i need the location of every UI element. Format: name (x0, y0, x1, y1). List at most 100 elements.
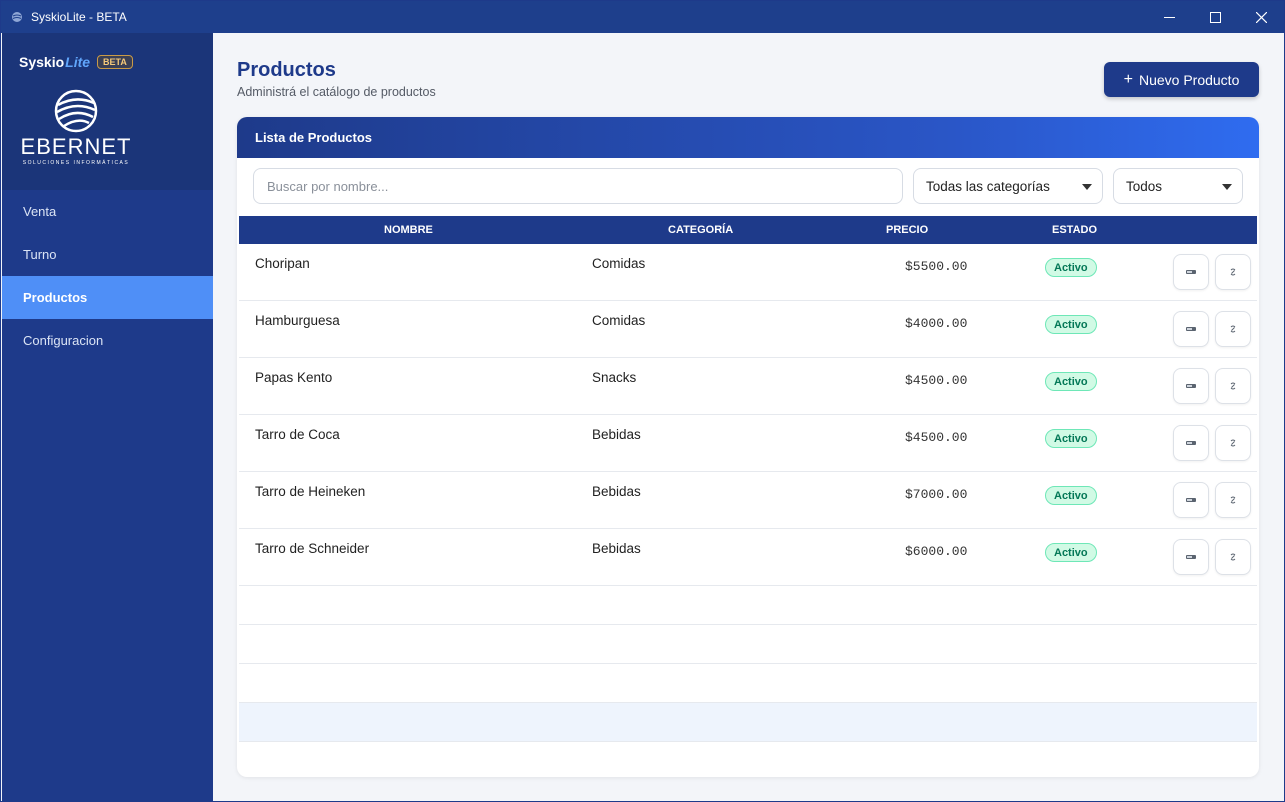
table-row[interactable]: Hamburguesa Comidas $4000.00 Activo (239, 301, 1257, 358)
brand-lite: Lite (65, 54, 91, 70)
cell-price: $4500.00 (905, 373, 968, 388)
sidebar-nav: Venta Turno Productos Configuracion (2, 190, 213, 362)
products-card: Lista de Productos Todas las categorías … (237, 117, 1259, 777)
pencil-icon (1186, 327, 1196, 331)
toggle-status-icon (1230, 325, 1236, 333)
window-controls (1146, 1, 1284, 33)
main-content: Productos Administrá el catálogo de prod… (213, 33, 1284, 801)
cell-category: Snacks (592, 370, 637, 385)
edit-button[interactable] (1173, 425, 1209, 461)
page-subtitle: Administrá el catálogo de productos (237, 85, 436, 99)
pencil-icon (1186, 270, 1196, 274)
table-row[interactable]: Papas Kento Snacks $4500.00 Activo (239, 358, 1257, 415)
cell-name: Tarro de Heineken (255, 484, 366, 499)
edit-button[interactable] (1173, 311, 1209, 347)
plus-icon: + (1123, 70, 1133, 88)
toggle-status-icon (1230, 439, 1236, 447)
cell-name: Tarro de Schneider (255, 541, 370, 556)
cell-price: $4500.00 (905, 430, 968, 445)
empty-row (239, 586, 1257, 625)
table-header: NOMBRE CATEGORÍA PRECIO ESTADO (239, 216, 1257, 244)
toggle-status-button[interactable] (1215, 539, 1251, 575)
column-header-status[interactable]: ESTADO (1052, 224, 1097, 236)
chevron-down-icon (1222, 184, 1232, 190)
status-select-value: Todos (1126, 178, 1163, 194)
toggle-status-button[interactable] (1215, 482, 1251, 518)
new-product-label: Nuevo Producto (1138, 71, 1240, 88)
status-badge: Activo (1045, 429, 1097, 448)
cell-category: Comidas (592, 256, 646, 271)
table-row[interactable]: Tarro de Schneider Bebidas $6000.00 Activo (239, 529, 1257, 586)
page-title: Productos (237, 59, 336, 81)
status-badge: Activo (1045, 372, 1097, 391)
pencil-icon (1186, 555, 1196, 559)
sidebar-item-turno[interactable]: Turno (2, 233, 213, 276)
title-bar[interactable]: SyskioLite - BETA (1, 1, 1284, 33)
column-header-name[interactable]: NOMBRE (384, 224, 433, 236)
column-header-price[interactable]: PRECIO (886, 224, 928, 236)
brand-row: Syskio Lite BETA (19, 54, 133, 70)
status-select[interactable]: Todos (1113, 168, 1243, 204)
company-logo: EBERNET SOLUCIONES INFORMÁTICAS (21, 85, 130, 169)
sidebar: Syskio Lite BETA EBERNET SOLUCIONES INFOR… (2, 33, 213, 801)
sidebar-item-productos[interactable]: Productos (2, 276, 213, 319)
cell-price: $6000.00 (905, 544, 968, 559)
pencil-icon (1186, 441, 1196, 445)
status-badge: Activo (1045, 258, 1097, 277)
sidebar-item-configuracion[interactable]: Configuracion (2, 319, 213, 362)
products-table: NOMBRE CATEGORÍA PRECIO ESTADO Choripan C… (239, 216, 1257, 742)
status-badge: Activo (1045, 543, 1097, 562)
toggle-status-icon (1230, 553, 1236, 561)
toggle-status-button[interactable] (1215, 425, 1251, 461)
category-select-value: Todas las categorías (926, 178, 1050, 194)
edit-button[interactable] (1173, 482, 1209, 518)
cell-category: Comidas (592, 313, 646, 328)
chevron-down-icon (1082, 184, 1092, 190)
window-title: SyskioLite - BETA (31, 10, 127, 24)
cell-category: Bebidas (592, 427, 641, 442)
toggle-status-icon (1230, 268, 1236, 276)
app-window: SyskioLite - BETA Syskio Lite BETA EBERN… (0, 0, 1285, 802)
logo-tagline: SOLUCIONES INFORMÁTICAS (23, 159, 129, 166)
table-row[interactable]: Choripan Comidas $5500.00 Activo (239, 244, 1257, 301)
minimize-icon[interactable] (1146, 1, 1192, 33)
search-input[interactable] (253, 168, 903, 204)
logo-text: EBERNET (22, 134, 130, 159)
new-product-button[interactable]: + Nuevo Producto (1104, 62, 1259, 97)
card-title: Lista de Productos (237, 117, 1259, 158)
cell-price: $5500.00 (905, 259, 968, 274)
table-row[interactable]: Tarro de Heineken Bebidas $7000.00 Activo (239, 472, 1257, 529)
empty-row (239, 664, 1257, 703)
cell-category: Bebidas (592, 541, 641, 556)
cell-price: $4000.00 (905, 316, 968, 331)
edit-button[interactable] (1173, 254, 1209, 290)
toggle-status-icon (1230, 496, 1236, 504)
edit-button[interactable] (1173, 368, 1209, 404)
pencil-icon (1186, 498, 1196, 502)
toggle-status-button[interactable] (1215, 254, 1251, 290)
cell-name: Choripan (255, 256, 310, 271)
cell-name: Hamburguesa (255, 313, 340, 328)
status-badge: Activo (1045, 486, 1097, 505)
status-badge: Activo (1045, 315, 1097, 334)
cell-price: $7000.00 (905, 487, 968, 502)
toggle-status-icon (1230, 382, 1236, 390)
cell-name: Papas Kento (255, 370, 333, 385)
close-icon[interactable] (1238, 1, 1284, 33)
empty-row (239, 625, 1257, 664)
column-header-category[interactable]: CATEGORÍA (668, 224, 733, 236)
table-body: Choripan Comidas $5500.00 Activo Hamburguesa… (239, 244, 1257, 586)
maximize-icon[interactable] (1192, 1, 1238, 33)
toggle-status-button[interactable] (1215, 311, 1251, 347)
sidebar-item-venta[interactable]: Venta (2, 190, 213, 233)
filters-bar: Todas las categorías Todos (237, 158, 1259, 216)
category-select[interactable]: Todas las categorías (913, 168, 1103, 204)
pencil-icon (1186, 384, 1196, 388)
toggle-status-button[interactable] (1215, 368, 1251, 404)
app-globe-icon (9, 9, 25, 25)
cell-name: Tarro de Coca (255, 427, 340, 442)
brand-name: Syskio (19, 54, 65, 70)
edit-button[interactable] (1173, 539, 1209, 575)
table-row[interactable]: Tarro de Coca Bebidas $4500.00 Activo (239, 415, 1257, 472)
brand-area: Syskio Lite BETA EBERNET SOLUCIONES INFOR… (2, 33, 213, 190)
